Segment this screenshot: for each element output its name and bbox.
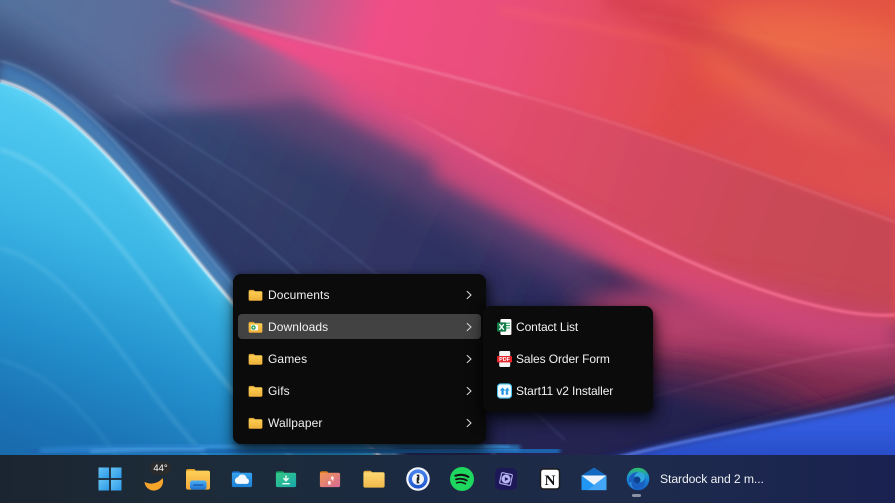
svg-text:N: N <box>544 473 555 489</box>
svg-text:PDF: PDF <box>499 357 510 363</box>
